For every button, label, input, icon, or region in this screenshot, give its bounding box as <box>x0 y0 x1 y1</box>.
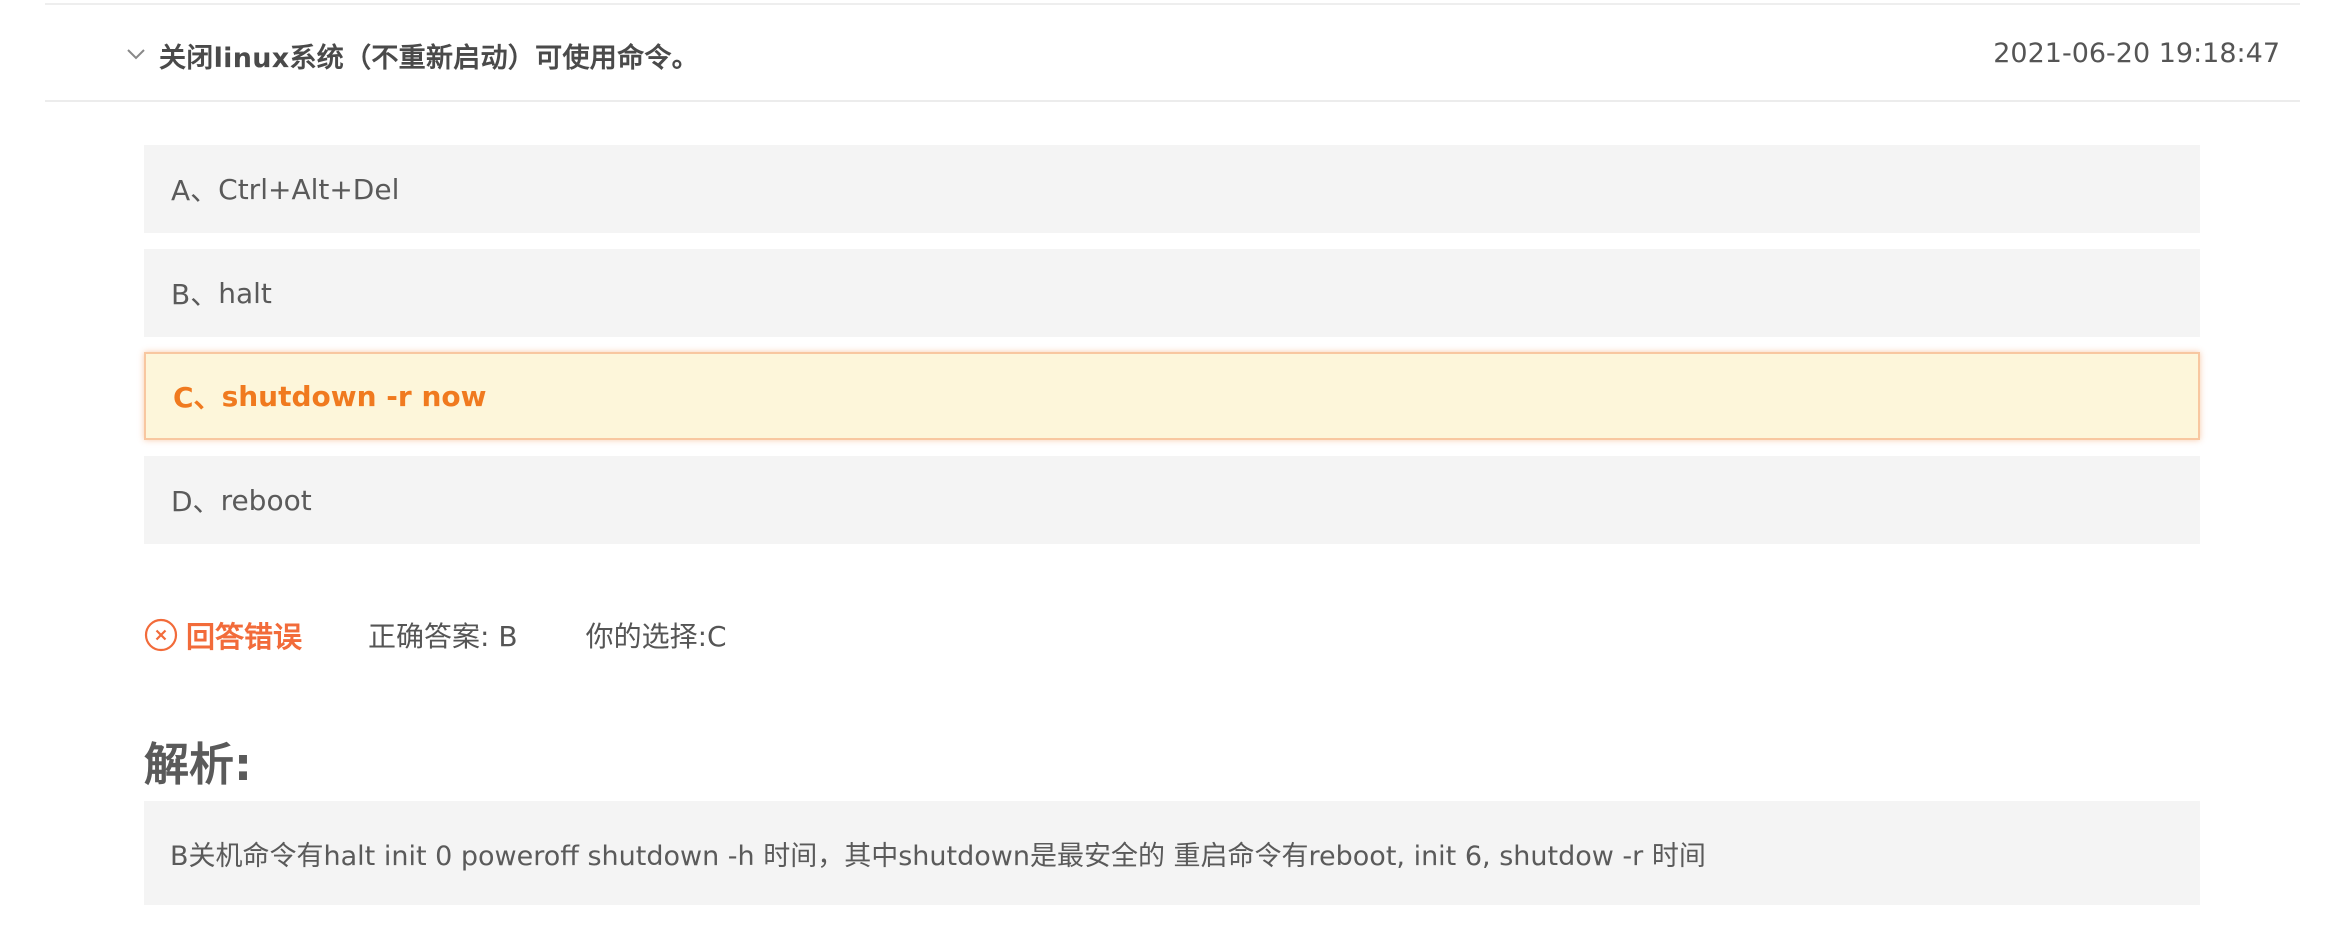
option-b[interactable]: B、 halt <box>144 249 2200 337</box>
question-header[interactable]: 关闭linux系统（不重新启动）可使用命令。 2021-06-20 19:18:… <box>45 5 2300 102</box>
analysis-heading: 解析: <box>144 738 252 791</box>
wrong-status: 回答错误 <box>186 620 303 654</box>
option-text: Ctrl+Alt+Del <box>218 172 400 206</box>
correct-answer: 正确答案: B <box>368 620 518 653</box>
option-text: halt <box>218 276 272 310</box>
question-timestamp: 2021-06-20 19:18:47 <box>1993 38 2280 69</box>
question-review-page: 关闭linux系统（不重新启动）可使用命令。 2021-06-20 19:18:… <box>0 0 2350 934</box>
analysis-content: B关机命令有halt init 0 poweroff shutdown -h 时… <box>144 801 2200 905</box>
option-d[interactable]: D、 reboot <box>144 456 2200 544</box>
chevron-down-icon[interactable] <box>125 43 147 65</box>
option-text: shutdown -r now <box>221 379 487 413</box>
option-letter: B、 <box>171 278 219 311</box>
analysis-text: B关机命令有halt init 0 poweroff shutdown -h 时… <box>170 840 1706 872</box>
answer-result: 回答错误 正确答案: B 你的选择:C <box>144 610 727 660</box>
question-title: 关闭linux系统（不重新启动）可使用命令。 <box>159 43 699 74</box>
option-letter: D、 <box>171 485 221 518</box>
x-circle-icon <box>144 618 178 652</box>
your-choice: 你的选择:C <box>585 620 727 653</box>
option-c-selected[interactable]: C、 shutdown -r now <box>144 352 2200 440</box>
option-letter: A、 <box>171 174 219 207</box>
option-letter: C、 <box>173 381 222 414</box>
option-text: reboot <box>220 483 312 517</box>
option-a[interactable]: A、 Ctrl+Alt+Del <box>144 145 2200 233</box>
